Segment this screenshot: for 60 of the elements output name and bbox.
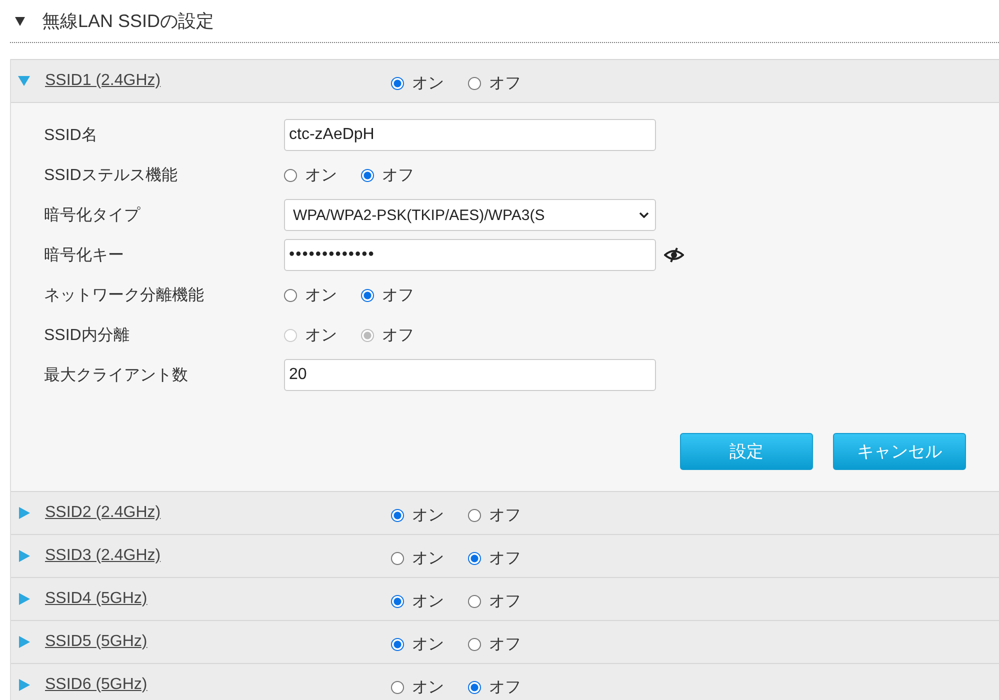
ssid-link[interactable]: SSID5 (5GHz) [45, 633, 391, 651]
radio-button[interactable] [361, 288, 374, 302]
radio-label: オン [412, 548, 444, 568]
ssid-link[interactable]: SSID4 (5GHz) [45, 590, 391, 608]
field-label: 暗号化キー [43, 246, 125, 266]
radio-button[interactable] [361, 168, 374, 182]
text-field[interactable]: 20 [284, 359, 656, 391]
field-label: SSID名 [43, 126, 98, 146]
radio-button[interactable] [284, 288, 297, 302]
ssid-link[interactable]: SSID6 (5GHz) [45, 676, 391, 694]
radio-button[interactable] [468, 76, 481, 90]
chevron-down-icon [639, 212, 649, 218]
eye-slash-icon[interactable] [664, 247, 684, 263]
ssid-link[interactable]: SSID1 (2.4GHz) [45, 72, 391, 90]
radio-button[interactable] [468, 638, 481, 650]
caret-down-icon[interactable] [14, 15, 26, 27]
ssid-link[interactable]: SSID3 (2.4GHz) [45, 547, 391, 565]
caret-right-icon[interactable] [18, 593, 30, 605]
radio-label: オン [412, 506, 444, 526]
radio-label: オフ [382, 286, 414, 306]
radio-button[interactable] [391, 680, 404, 694]
radio-label: オフ [489, 506, 521, 526]
field-label: 最大クライアント数 [43, 366, 189, 386]
caret-right-icon[interactable] [18, 636, 30, 648]
radio-label: オン [412, 634, 444, 654]
radio-button[interactable] [391, 552, 404, 564]
radio-label: オフ [489, 548, 521, 568]
radio-button[interactable] [391, 508, 404, 522]
radio-button[interactable] [284, 168, 297, 182]
radio-label: オフ [382, 166, 414, 186]
radio-button[interactable] [468, 552, 481, 564]
radio-label: オフ [489, 634, 521, 654]
field-label: SSID内分離 [43, 326, 130, 346]
radio-label: オン [412, 592, 444, 612]
caret-right-icon[interactable] [18, 550, 30, 562]
radio-button[interactable] [391, 76, 404, 90]
caret-right-icon[interactable] [18, 679, 30, 691]
radio-button[interactable] [468, 508, 481, 522]
caret-right-icon[interactable] [18, 507, 30, 519]
text-field[interactable]: ctc-zAeDpH [284, 119, 656, 151]
dropdown[interactable]: WPA/WPA2-PSK(TKIP/AES)/WPA3(S [284, 199, 656, 231]
radio-label: オフ [489, 678, 521, 698]
radio-label: オン [305, 326, 337, 346]
radio-button[interactable] [391, 638, 404, 650]
ssid-link[interactable]: SSID2 (2.4GHz) [45, 504, 391, 522]
radio-button[interactable] [391, 594, 404, 608]
radio-button[interactable] [468, 680, 481, 694]
radio-label: オン [412, 678, 444, 698]
radio-label: オフ [382, 326, 414, 346]
radio-label: オン [305, 286, 337, 306]
radio-label: オン [305, 166, 337, 186]
password-field[interactable]: ••••••••••••• [284, 239, 656, 271]
field-label: 暗号化タイプ [43, 206, 142, 226]
radio-label: オフ [489, 592, 521, 612]
field-label: SSIDステルス機能 [43, 166, 178, 186]
section-title: 無線LAN SSIDの設定 [42, 10, 214, 33]
field-label: ネットワーク分離機能 [43, 286, 205, 306]
radio-label: オン [412, 74, 444, 94]
radio-label: オフ [489, 74, 521, 94]
radio-button[interactable] [468, 594, 481, 608]
